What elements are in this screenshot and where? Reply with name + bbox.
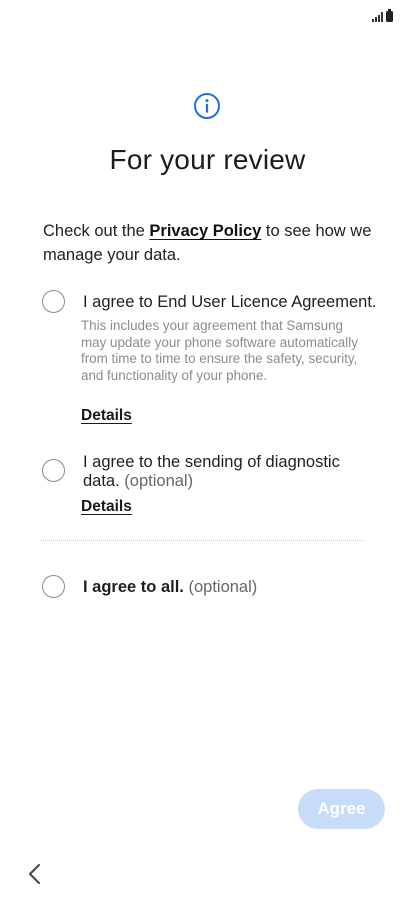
agree-all-optional: (optional)	[188, 578, 258, 596]
diagnostic-label[interactable]: I agree to the sending of diagnostic dat…	[83, 453, 363, 491]
agree-all-text: I agree to all.	[83, 578, 184, 596]
agree-all-radio[interactable]	[42, 575, 65, 598]
eula-radio[interactable]	[42, 290, 65, 313]
eula-description: This includes your agreement that Samsun…	[81, 318, 358, 383]
eula-label[interactable]: I agree to End User Licence Agreement.	[83, 293, 383, 312]
status-bar	[372, 8, 393, 22]
info-icon	[194, 93, 220, 119]
eula-details-link[interactable]: Details	[81, 407, 132, 425]
intro-text: Check out the Privacy Policy to see how …	[43, 219, 383, 267]
diagnostic-details-link[interactable]: Details	[81, 498, 132, 516]
intro-prefix: Check out the	[43, 222, 150, 240]
agree-all-label[interactable]: I agree to all. (optional)	[83, 578, 257, 597]
page-title: For your review	[109, 144, 306, 175]
diagnostic-radio[interactable]	[42, 459, 65, 482]
divider	[41, 540, 364, 541]
screen: For your review Check out the Privacy Po…	[0, 0, 415, 900]
diagnostic-optional: (optional)	[124, 472, 194, 490]
back-chevron-icon[interactable]	[26, 862, 46, 886]
diagnostic-label-text: I agree to the sending of diagnostic dat…	[83, 453, 340, 490]
privacy-policy-link[interactable]: Privacy Policy	[149, 222, 261, 240]
battery-icon	[386, 9, 393, 22]
agree-button[interactable]: Agree	[298, 789, 385, 829]
signal-icon	[372, 12, 383, 22]
